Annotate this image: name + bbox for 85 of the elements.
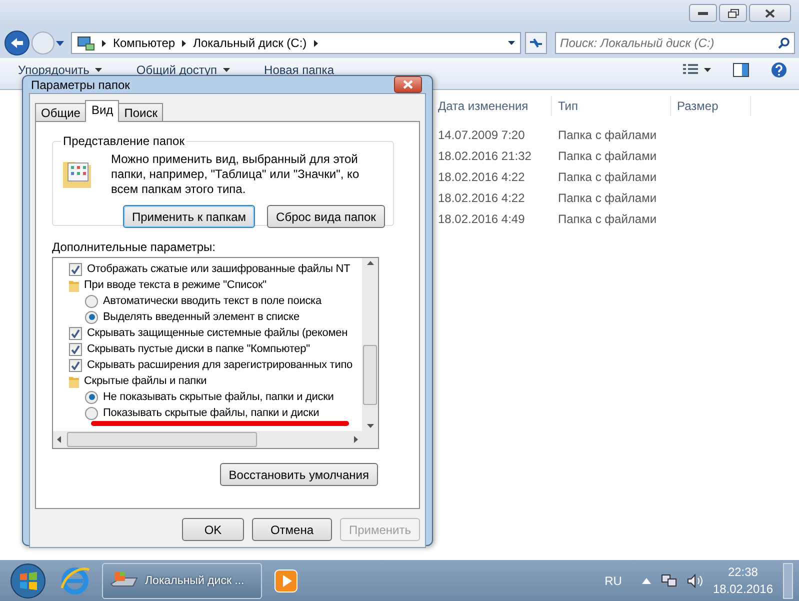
scroll-up-icon[interactable] — [366, 261, 374, 265]
vertical-scrollbar[interactable] — [362, 258, 378, 431]
type-cell-text: Папка с файлами — [557, 190, 658, 204]
type-cell-text: Папка с файлами — [557, 212, 658, 226]
type-cell-text: Папка с файлами — [557, 148, 658, 162]
computer-icon — [77, 35, 95, 51]
section-label: Дополнительные параметры: — [52, 240, 216, 254]
dropdown-arrow-icon — [508, 41, 515, 45]
address-bar[interactable]: Компьютер Локальный диск (C:) — [71, 32, 521, 54]
preview-pane-icon[interactable] — [733, 63, 749, 77]
minimize-icon — [698, 11, 708, 15]
date-cell-text: 18.02.2016 21:32 — [437, 148, 532, 162]
checkbox[interactable] — [69, 342, 82, 356]
scrollbar-thumb[interactable] — [363, 344, 377, 404]
date-cell-text: 18.02.2016 4:22 — [437, 190, 526, 204]
type-cell-text: Папка с файлами — [557, 170, 658, 184]
volume-icon[interactable] — [686, 572, 703, 588]
minimize-button[interactable] — [689, 4, 717, 22]
refresh-button[interactable] — [525, 32, 547, 54]
scroll-right-icon[interactable] — [354, 436, 358, 443]
view-options-icon[interactable] — [683, 64, 711, 76]
history-dropdown-icon[interactable] — [56, 40, 64, 46]
radio-button[interactable] — [85, 390, 98, 404]
search-icon — [778, 37, 790, 49]
back-button[interactable] — [4, 30, 30, 56]
action-button[interactable]: Сброс вида папок — [267, 205, 385, 228]
date-cell-text: 18.02.2016 4:22 — [437, 170, 526, 184]
close-button[interactable] — [394, 76, 422, 93]
tab[interactable]: Поиск — [118, 103, 164, 122]
toolbar-button[interactable]: Упорядочить — [18, 62, 102, 78]
media-player-icon[interactable] — [272, 566, 300, 594]
close-icon — [765, 8, 775, 18]
date-cell-text: 18.02.2016 4:49 — [437, 212, 526, 226]
toolbar-button[interactable]: Новая папка — [264, 62, 334, 78]
option-label[interactable]: Скрывать пустые диски в папке "Компьютер" — [87, 343, 310, 355]
tab[interactable]: Вид — [85, 100, 120, 122]
radio-button[interactable] — [85, 294, 98, 308]
checkbox[interactable] — [69, 358, 82, 372]
scrollbar-thumb[interactable] — [67, 432, 257, 447]
tray-expand-icon[interactable] — [642, 578, 651, 584]
dialog-title: Параметры папок — [31, 78, 130, 92]
option-label[interactable]: Скрытые файлы и папки — [84, 375, 207, 387]
option-label[interactable]: Не показывать скрытые файлы, папки и диски — [103, 391, 334, 403]
dropdown-arrow-icon — [95, 68, 102, 72]
search-field[interactable]: Поиск: Локальный диск (C:) — [555, 32, 795, 54]
type-cell-text: Папка с файлами — [557, 128, 658, 142]
radio-button[interactable] — [85, 310, 98, 324]
scroll-left-icon[interactable] — [57, 436, 61, 443]
dialog-button[interactable]: Отмена — [252, 518, 332, 541]
option-label[interactable]: Скрывать защищенные системные файлы (рекомен — [87, 327, 348, 339]
option-label[interactable]: Автоматически вводить текст в поле поиска — [103, 295, 322, 307]
chevron-icon — [102, 40, 106, 46]
column-header[interactable]: Размер — [671, 96, 751, 116]
option-label[interactable]: Выделять введенный элемент в списке — [103, 311, 300, 323]
close-button[interactable] — [749, 4, 791, 22]
network-icon[interactable] — [660, 572, 677, 588]
restore-defaults-button[interactable]: Восстановить умолчания — [220, 463, 378, 486]
option-label[interactable]: Скрывать расширения для зарегистрированных типо — [87, 359, 352, 371]
chevron-icon — [314, 40, 318, 46]
scroll-down-icon[interactable] — [366, 424, 374, 428]
action-button[interactable]: Применить к папкам — [123, 205, 256, 228]
restore-button[interactable] — [719, 4, 747, 22]
folder-icon — [69, 374, 79, 388]
option-label[interactable]: Отображать сжатые или зашифрованные файлы NT — [87, 263, 350, 275]
checkbox[interactable] — [69, 326, 82, 340]
description-text: Можно применить вид, выбранный для этой папки, например, "Таблица" или "Значки", ко всем папкам этого типа. — [111, 152, 360, 197]
date-cell-text: 14.07.2009 7:20 — [437, 128, 526, 142]
start-button[interactable] — [8, 562, 48, 598]
option-label[interactable]: Показывать скрытые файлы, папки и диски — [103, 407, 320, 419]
help-icon[interactable] — [771, 62, 787, 78]
breadcrumb-item[interactable]: Компьютер — [113, 36, 176, 50]
column-header[interactable]: Тип — [552, 96, 671, 116]
restore-icon — [728, 8, 738, 18]
folder-icon — [69, 278, 79, 292]
tab[interactable]: Общие — [35, 103, 86, 122]
breadcrumb-item[interactable]: Локальный диск (C:) — [193, 36, 307, 50]
radio-button[interactable] — [85, 406, 98, 420]
chevron-icon — [182, 40, 186, 46]
dialog-button[interactable]: OK — [182, 518, 244, 541]
close-icon — [403, 80, 413, 89]
checkbox[interactable] — [69, 262, 82, 276]
group-title: Представление папок — [62, 134, 186, 148]
dropdown-arrow-icon — [223, 68, 230, 72]
option-label[interactable]: При вводе текста в режиме "Список" — [84, 279, 266, 291]
refresh-icon — [529, 37, 543, 49]
